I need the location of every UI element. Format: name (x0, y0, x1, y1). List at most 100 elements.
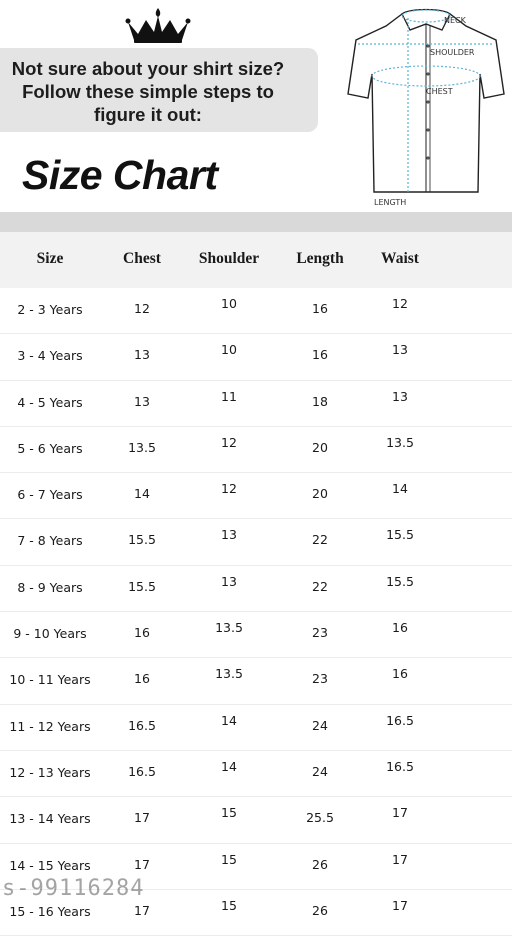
chest-cell: 16 (134, 625, 150, 641)
header-shoulder: Shoulder (198, 250, 260, 267)
waist-cell: 15.5 (386, 573, 414, 589)
chest-cell: 17 (134, 810, 150, 826)
shoulder-cell: 12 (221, 481, 237, 497)
length-cell: 25.5 (306, 810, 334, 826)
table-row: 12 - 13 Years 16.5 14 24 16.5 (0, 750, 512, 798)
shirt-measurement-diagram: NECK SHOULDER CHEST LENGTH (347, 8, 505, 207)
chest-cell: 16.5 (128, 763, 156, 779)
page-title: Size Chart (22, 152, 218, 198)
chest-cell: 17 (134, 856, 150, 872)
waist-cell: 16 (392, 666, 408, 682)
header-length: Length (296, 250, 344, 267)
waist-cell: 12 (392, 296, 408, 311)
size-cell: 13 - 14 Years (9, 811, 91, 827)
shoulder-cell: 13 (221, 527, 237, 543)
shoulder-label: SHOULDER (430, 48, 475, 57)
length-cell: 26 (312, 856, 328, 872)
size-cell: 12 - 13 Years (9, 764, 91, 780)
chest-cell: 13 (134, 347, 150, 363)
length-cell: 26 (312, 902, 328, 918)
shoulder-cell: 14 (221, 758, 237, 774)
shoulder-cell: 14 (221, 712, 237, 728)
size-cell: 11 - 12 Years (9, 718, 91, 734)
table-row: 6 - 7 Years 14 12 20 14 (0, 473, 512, 520)
length-cell: 24 (312, 763, 328, 779)
size-cell: 14 - 15 Years (9, 857, 91, 873)
chest-cell: 12 (134, 301, 150, 316)
size-help-box: Not sure about your shirt size? Follow t… (0, 48, 318, 132)
size-cell: 5 - 6 Years (17, 440, 83, 456)
shoulder-cell: 15 (221, 851, 237, 867)
neck-label: NECK (444, 16, 467, 25)
chest-cell: 16.5 (128, 717, 156, 733)
table-row: 10 - 11 Years 16 13.5 23 16 (0, 658, 512, 705)
crown-icon (125, 8, 191, 43)
size-cell: 4 - 5 Years (17, 394, 83, 410)
chest-cell: 16 (134, 671, 150, 687)
length-cell: 22 (312, 532, 328, 548)
waist-cell: 17 (392, 851, 408, 867)
chest-cell: 15.5 (128, 532, 156, 548)
length-cell: 18 (312, 393, 328, 409)
table-row: 11 - 12 Years 16.5 14 24 16.5 (0, 704, 512, 751)
table-row: 9 - 10 Years 16 13.5 23 16 (0, 612, 512, 659)
header-chest: Chest (123, 250, 161, 267)
waist-cell: 13.5 (386, 434, 414, 450)
length-cell: 23 (312, 671, 328, 687)
size-cell: 15 - 16 Years (9, 903, 91, 919)
table-row: 5 - 6 Years 13.5 12 20 13.5 (0, 426, 512, 474)
length-label: LENGTH (374, 198, 406, 207)
table-row: 3 - 4 Years 13 10 16 13 (0, 334, 512, 381)
waist-cell: 17 (392, 805, 408, 821)
chest-label: CHEST (426, 87, 453, 96)
table-header: Size Chest Shoulder Length Waist (0, 232, 512, 288)
chest-cell: 17 (134, 902, 150, 918)
length-cell: 16 (312, 347, 328, 363)
shoulder-cell: 10 (221, 342, 237, 358)
size-cell: 9 - 10 Years (13, 626, 87, 642)
table-row: 2 - 3 Years 12 10 16 12 (0, 288, 512, 335)
length-cell: 24 (312, 717, 328, 733)
waist-cell: 13 (392, 342, 408, 358)
waist-cell: 16 (392, 620, 408, 636)
shoulder-cell: 13.5 (215, 620, 243, 636)
header-size: Size (36, 250, 64, 267)
chest-cell: 15.5 (128, 578, 156, 594)
size-cell: 3 - 4 Years (17, 348, 83, 364)
header-waist: Waist (381, 250, 419, 267)
table-body: 2 - 3 Years 12 10 16 12 3 - 4 Years 13 10 16 13 4 … (0, 288, 512, 936)
length-cell: 23 (312, 625, 328, 641)
shoulder-cell: 11 (221, 388, 237, 404)
length-cell: 20 (312, 486, 328, 502)
length-cell: 16 (312, 301, 328, 316)
shoulder-cell: 12 (221, 434, 237, 450)
size-cell: 8 - 9 Years (17, 579, 83, 595)
shoulder-cell: 15 (221, 897, 237, 913)
waist-cell: 16.5 (386, 758, 414, 774)
shoulder-cell: 13.5 (215, 666, 243, 682)
table-row: 7 - 8 Years 15.5 13 22 15.5 (0, 519, 512, 566)
table-row: 4 - 5 Years 13 11 18 13 (0, 380, 512, 427)
chest-cell: 13.5 (128, 439, 156, 455)
size-table: Size Chest Shoulder Length Waist 2 - 3 Y… (0, 232, 512, 936)
watermark: s-99116284 (2, 876, 145, 901)
shoulder-cell: 13 (221, 573, 237, 589)
waist-cell: 17 (392, 897, 408, 913)
table-row: 8 - 9 Years 15.5 13 22 15.5 (0, 565, 512, 613)
prompt-line-2: Follow these simple steps to (22, 81, 274, 102)
size-cell: 2 - 3 Years (17, 302, 83, 317)
table-row: 13 - 14 Years 17 15 25.5 17 (0, 797, 512, 844)
waist-cell: 14 (392, 481, 408, 497)
prompt-line-3: figure it out: (94, 104, 202, 125)
waist-cell: 15.5 (386, 527, 414, 543)
waist-cell: 16.5 (386, 712, 414, 728)
length-cell: 22 (312, 578, 328, 594)
chest-cell: 13 (134, 393, 150, 409)
shoulder-cell: 15 (221, 805, 237, 821)
size-cell: 6 - 7 Years (17, 487, 83, 503)
chest-cell: 14 (134, 486, 150, 502)
shoulder-cell: 10 (221, 296, 237, 311)
prompt-line-1: Not sure about your shirt size? (11, 58, 285, 79)
size-cell: 10 - 11 Years (9, 672, 91, 688)
divider-band (0, 212, 512, 232)
